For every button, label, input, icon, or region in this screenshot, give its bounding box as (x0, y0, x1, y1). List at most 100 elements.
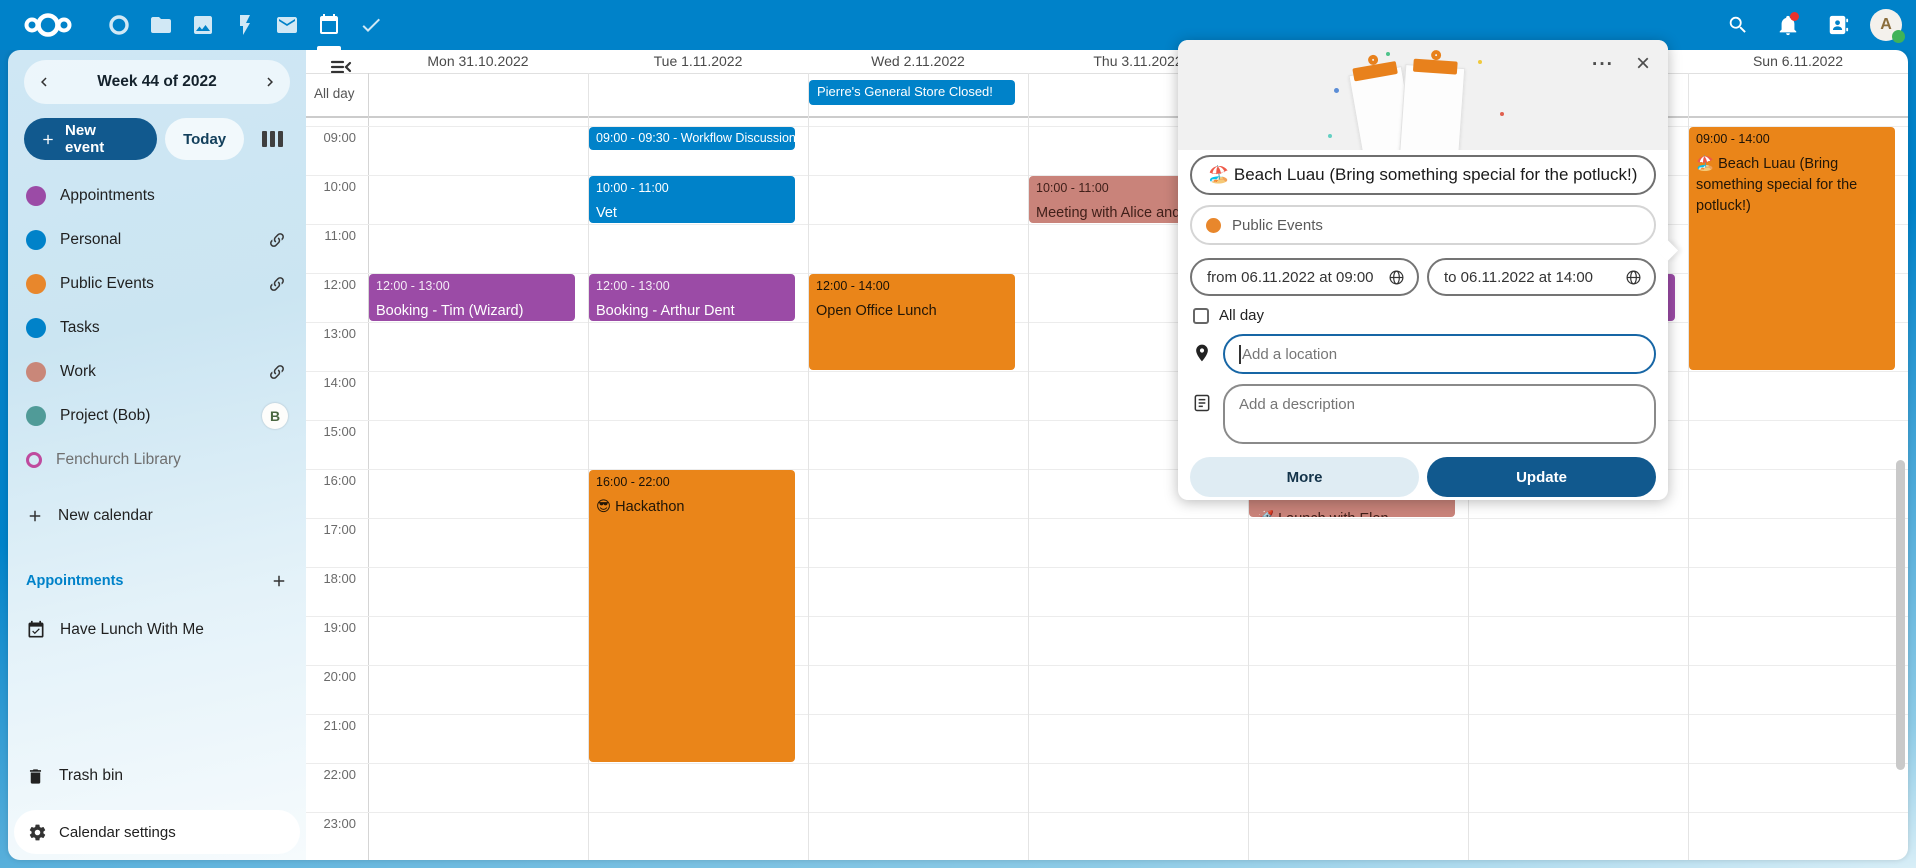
calendar-list: Appointments Personal Public Events Tasks Wo… (8, 174, 306, 482)
hour-label: 18:00 (306, 571, 356, 586)
add-appointment-icon[interactable] (270, 572, 288, 590)
clipboard-illustration-image (1328, 50, 1518, 150)
end-datetime-input[interactable]: to 06.11.2022 at 14:00 (1427, 258, 1656, 296)
mail-app-icon[interactable] (266, 0, 308, 50)
start-datetime-input[interactable]: from 06.11.2022 at 09:00 (1190, 258, 1419, 296)
share-link-icon[interactable] (266, 275, 288, 293)
event-title-value: 🏖️ Beach Luau (Bring something special f… (1208, 165, 1637, 185)
calendar-event[interactable]: 12:00 - 13:00Booking - Tim (Wizard) (369, 274, 575, 321)
next-week-button[interactable] (250, 60, 290, 104)
day-header[interactable]: Tue 1.11.2022 (588, 50, 808, 73)
share-link-icon[interactable] (266, 231, 288, 249)
calendar-color-dot (26, 318, 46, 338)
location-input[interactable]: Add a location (1223, 334, 1656, 374)
calendar-settings-button[interactable]: Calendar settings (14, 810, 300, 854)
hour-label: 11:00 (306, 228, 356, 243)
hour-label: 10:00 (306, 179, 356, 194)
day-header[interactable]: Sun 6.11.2022 (1688, 50, 1908, 73)
calendar-picker[interactable]: Public Events (1190, 205, 1656, 245)
event-time: 10:00 - 11:00 (596, 181, 788, 195)
day-header[interactable]: Wed 2.11.2022 (808, 50, 1028, 73)
appointment-item-label: Have Lunch With Me (60, 621, 204, 639)
nextcloud-logo[interactable] (22, 10, 74, 40)
clipboard-front (1399, 64, 1466, 150)
online-status-dot (1892, 30, 1905, 43)
popover-body: 🏖️ Beach Luau (Bring something special f… (1178, 150, 1668, 497)
more-actions-icon[interactable]: ··· (1592, 54, 1614, 76)
photos-app-icon[interactable] (182, 0, 224, 50)
description-input[interactable]: Add a description (1223, 384, 1656, 444)
calendar-app-icon[interactable] (308, 0, 350, 50)
calendar-event[interactable]: 09:00 - 14:00🏖️ Beach Luau (Bring someth… (1689, 127, 1895, 370)
sidebar-calendar-item[interactable]: Fenchurch Library (8, 438, 306, 482)
calendar-color-dot (1206, 218, 1221, 233)
tasks-app-icon[interactable] (350, 0, 392, 50)
event-title: Vet (596, 203, 788, 223)
sidebar-calendar-item[interactable]: Tasks (8, 306, 306, 350)
calendar-sidebar: Week 44 of 2022 New event Today Appointm… (8, 50, 306, 860)
user-avatar[interactable]: A (1870, 9, 1902, 41)
activity-app-icon[interactable] (224, 0, 266, 50)
calendar-label: Appointments (60, 187, 288, 205)
calendar-label: Personal (60, 231, 266, 249)
description-icon (1190, 384, 1214, 413)
calendar-settings-label: Calendar settings (59, 824, 176, 841)
sidebar-calendar-item[interactable]: Public Events (8, 262, 306, 306)
calendar-color-dot (26, 362, 46, 382)
all-day-checkbox[interactable] (1193, 308, 1209, 324)
event-title: Booking - Tim (Wizard) (376, 301, 568, 321)
notifications-bell-icon[interactable] (1770, 0, 1806, 50)
location-placeholder: Add a location (1242, 346, 1337, 363)
plus-icon (26, 507, 44, 525)
sidebar-calendar-item[interactable]: Project (Bob)B (8, 394, 306, 438)
all-day-event[interactable]: Pierre's General Store Closed! (809, 80, 1015, 105)
hour-gridline (306, 518, 1908, 519)
sidebar-calendar-item[interactable]: Appointments (8, 174, 306, 218)
timezone-globe-icon[interactable] (1388, 269, 1405, 286)
hour-gridline (306, 812, 1908, 813)
view-columns-button[interactable] (252, 118, 292, 160)
end-datetime-value: to 06.11.2022 at 14:00 (1444, 269, 1625, 286)
calendar-event[interactable]: 09:00 - 09:30 - Workflow Discussion (589, 127, 795, 150)
event-title-input[interactable]: 🏖️ Beach Luau (Bring something special f… (1190, 155, 1656, 195)
day-header[interactable]: Mon 31.10.2022 (368, 50, 588, 73)
calendar-color-dot (26, 274, 46, 294)
files-app-icon[interactable] (140, 0, 182, 50)
more-button[interactable]: More (1190, 457, 1419, 497)
calendar-event[interactable]: 10:00 - 11:00 Vet (589, 176, 795, 223)
contacts-icon[interactable] (1820, 0, 1856, 50)
week-label[interactable]: Week 44 of 2022 (64, 73, 250, 91)
sidebar-actions: New event Today (24, 118, 292, 160)
appointment-item[interactable]: Have Lunch With Me (8, 608, 306, 652)
timezone-globe-icon[interactable] (1625, 269, 1642, 286)
calendar-event[interactable]: 12:00 - 13:00Booking - Arthur Dent (589, 274, 795, 321)
all-day-row: All day (1193, 307, 1656, 324)
previous-week-button[interactable] (24, 60, 64, 104)
close-icon[interactable]: × (1636, 50, 1650, 78)
event-time: 16:00 - 22:00 (596, 475, 788, 489)
calendar-color-dot (26, 230, 46, 250)
calendar-event[interactable]: 12:00 - 14:00Open Office Lunch (809, 274, 1015, 370)
update-button[interactable]: Update (1427, 457, 1656, 497)
appointments-section: Appointments (26, 572, 288, 590)
search-icon[interactable] (1720, 0, 1756, 50)
avatar-letter: A (1880, 16, 1892, 34)
share-link-icon[interactable] (266, 363, 288, 381)
calendar-label: Tasks (60, 319, 288, 337)
sidebar-calendar-item[interactable]: Work (8, 350, 306, 394)
active-app-indicator (317, 46, 341, 50)
event-editor-popover: ··· × 🏖️ Beach Luau (Bring something spe… (1178, 40, 1668, 500)
sidebar-calendar-item[interactable]: Personal (8, 218, 306, 262)
dashboard-app-icon[interactable] (98, 0, 140, 50)
event-title: 🏖️ Beach Luau (Bring something special f… (1696, 154, 1888, 217)
day-column-border (808, 73, 809, 860)
calendar-event[interactable]: 16:00 - 22:00😎 Hackathon (589, 470, 795, 762)
popover-buttons: More Update (1190, 457, 1656, 497)
vertical-scrollbar[interactable] (1896, 460, 1905, 770)
new-event-button[interactable]: New event (24, 118, 157, 160)
today-button[interactable]: Today (165, 118, 244, 160)
calendar-label: Project (Bob) (60, 407, 262, 425)
event-title: Open Office Lunch (816, 301, 1008, 322)
new-calendar-button[interactable]: New calendar (8, 496, 306, 536)
trash-bin-button[interactable]: Trash bin (8, 754, 306, 798)
